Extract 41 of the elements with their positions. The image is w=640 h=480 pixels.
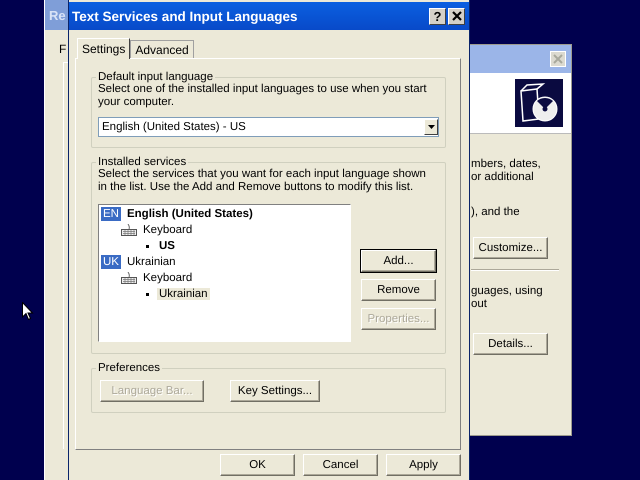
description-text: mbers, dates, bbox=[471, 158, 542, 171]
tab[interactable]: F bbox=[59, 38, 71, 60]
cd-box-icon bbox=[515, 79, 563, 127]
description-text: ), and the bbox=[471, 206, 521, 219]
details-button[interactable]: Details... bbox=[473, 333, 548, 355]
tree-item[interactable]: US bbox=[157, 240, 177, 252]
preference-button[interactable]: Key Settings... bbox=[230, 380, 320, 402]
tree-item[interactable]: Keyboard bbox=[141, 224, 194, 236]
tree-item[interactable]: Keyboard bbox=[141, 272, 194, 284]
group-label: Default input language bbox=[97, 71, 214, 83]
dropdown-button[interactable] bbox=[424, 119, 438, 135]
service-button[interactable]: Add... bbox=[361, 250, 436, 272]
dialog-button[interactable]: Cancel bbox=[303, 454, 378, 476]
language-badge: UK bbox=[101, 255, 121, 269]
group-label: Installed services bbox=[97, 156, 188, 168]
tree-item[interactable]: Ukrainian bbox=[124, 256, 178, 268]
bullet-icon bbox=[146, 244, 149, 248]
mouse-cursor-icon bbox=[22, 302, 34, 321]
tree-item[interactable]: English (United States) bbox=[124, 208, 255, 220]
keyboard-icon bbox=[121, 272, 137, 284]
language-badge: EN bbox=[101, 207, 121, 221]
language-dropdown[interactable]: English (United States) - US bbox=[98, 117, 439, 137]
customize-button[interactable]: Customize... bbox=[473, 237, 548, 259]
close-icon bbox=[452, 11, 462, 21]
keyboard-icon bbox=[121, 224, 137, 236]
description-text: guages, using bbox=[471, 285, 544, 298]
dialog-button[interactable]: Apply bbox=[386, 454, 461, 476]
description-text: or additional bbox=[471, 171, 535, 184]
tab[interactable]: Settings bbox=[77, 38, 130, 59]
service-button[interactable]: Remove bbox=[361, 279, 436, 301]
caret-icon bbox=[428, 125, 434, 129]
bullet-icon bbox=[146, 292, 149, 296]
tab[interactable]: Advanced bbox=[130, 40, 194, 58]
description-text: out bbox=[471, 298, 488, 311]
dialog-button[interactable]: OK bbox=[220, 454, 295, 476]
description-text: Select one of the installed input languages to use when you start your computer. bbox=[98, 83, 428, 109]
group-label: Preferences bbox=[97, 362, 162, 374]
help-button[interactable]: ? bbox=[429, 8, 446, 24]
description-text: Select the services that you want for each input language shown in the list. Use the Add and Remove buttons to modify this list. bbox=[98, 168, 427, 194]
close-button[interactable] bbox=[448, 8, 465, 24]
tree-item[interactable]: Ukrainian bbox=[157, 288, 210, 300]
